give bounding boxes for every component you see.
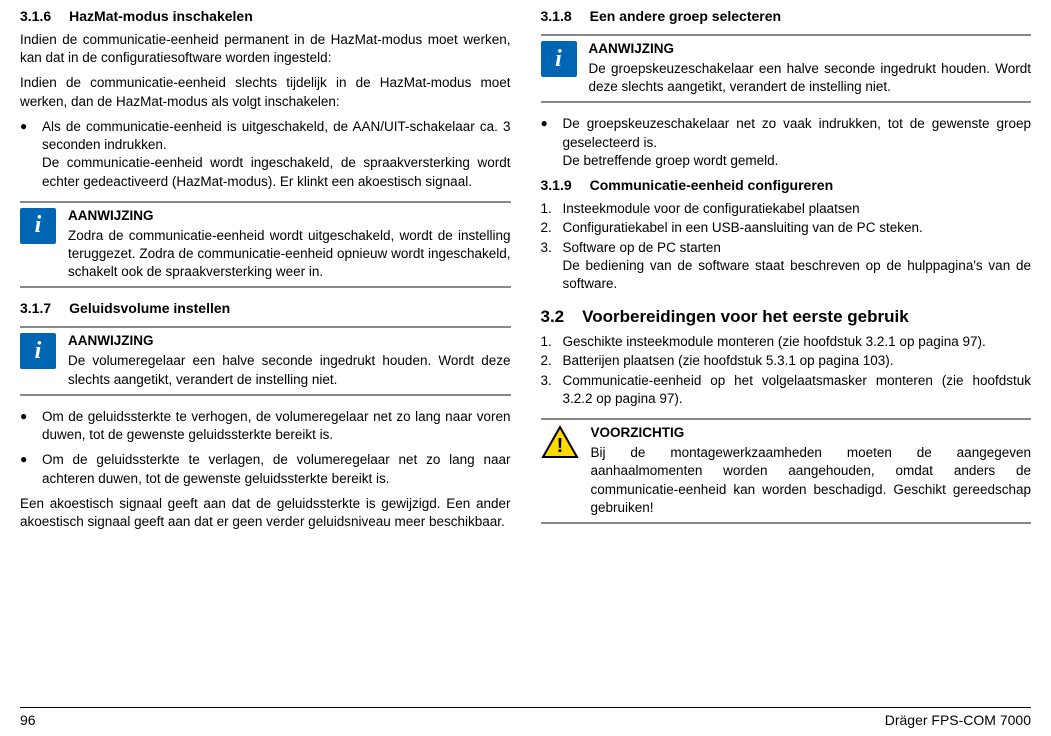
list-item: Communicatie-eenheid op het volgelaatsma… [541, 372, 1032, 408]
heading-319: 3.1.9 Communicatie-eenheid configureren [541, 177, 1032, 193]
caution-text: Bij de montagewerkzaamheden moeten de aa… [591, 444, 1032, 517]
note-text: De groepskeuzeschakelaar een halve secon… [589, 60, 1032, 96]
left-column: 3.1.6 HazMat-modus inschakelen Indien de… [20, 8, 511, 538]
info-icon: i [20, 333, 56, 369]
heading-title: Communicatie-eenheid configureren [590, 177, 833, 193]
heading-316: 3.1.6 HazMat-modus inschakelen [20, 8, 511, 24]
list-item: Batterijen plaatsen (zie hoofdstuk 5.3.1… [541, 352, 1032, 370]
note-text: De volumeregelaar een halve seconde inge… [68, 352, 511, 388]
heading-number: 3.1.7 [20, 300, 51, 316]
paragraph: Indien de communicatie-eenheid permanent… [20, 31, 511, 67]
caution-label: VOORZICHTIG [591, 425, 1032, 440]
heading-title: Voorbereidingen voor het eerste gebruik [582, 307, 909, 327]
bullet-list: Als de communicatie-eenheid is uitgescha… [20, 118, 511, 191]
note-block: i AANWIJZING De groepskeuzeschakelaar ee… [541, 34, 1032, 103]
list-item: Configuratiekabel in een USB-aansluiting… [541, 219, 1032, 237]
heading-number: 3.1.9 [541, 177, 572, 193]
heading-318: 3.1.8 Een andere groep selecteren [541, 8, 1032, 24]
list-item-text: De groepskeuzeschakelaar net zo vaak ind… [563, 116, 1032, 149]
list-item: Als de communicatie-eenheid is uitgescha… [20, 118, 511, 191]
info-icon: i [20, 208, 56, 244]
list-item: Geschikte insteekmodule monteren (zie ho… [541, 333, 1032, 351]
list-item: Om de geluidssterkte te verhogen, de vol… [20, 408, 511, 444]
note-block: i AANWIJZING De volumeregelaar een halve… [20, 326, 511, 395]
heading-title: Een andere groep selecteren [590, 8, 781, 24]
numbered-list: Geschikte insteekmodule monteren (zie ho… [541, 333, 1032, 408]
numbered-list: Insteekmodule voor de configuratiekabel … [541, 200, 1032, 293]
list-item: De groepskeuzeschakelaar net zo vaak ind… [541, 115, 1032, 170]
list-item-text: Software op de PC starten [563, 240, 721, 255]
list-item: Om de geluidssterkte te verlagen, de vol… [20, 451, 511, 487]
bullet-list: De groepskeuzeschakelaar net zo vaak ind… [541, 115, 1032, 170]
page-footer: 96 Dräger FPS-COM 7000 [20, 707, 1031, 728]
list-item: Insteekmodule voor de configuratiekabel … [541, 200, 1032, 218]
info-icon: i [541, 41, 577, 77]
heading-32: 3.2 Voorbereidingen voor het eerste gebr… [541, 307, 1032, 327]
note-label: AANWIJZING [68, 208, 511, 223]
note-content: AANWIJZING Zodra de communicatie-eenheid… [68, 208, 511, 282]
heading-number: 3.1.8 [541, 8, 572, 24]
page-number: 96 [20, 712, 36, 728]
bullet-list: Om de geluidssterkte te verhogen, de vol… [20, 408, 511, 488]
two-column-layout: 3.1.6 HazMat-modus inschakelen Indien de… [20, 8, 1031, 538]
heading-number: 3.2 [541, 307, 565, 327]
warning-icon: ! [541, 425, 579, 459]
list-item: Software op de PC starten De bediening v… [541, 239, 1032, 294]
note-content: AANWIJZING De groepskeuzeschakelaar een … [589, 41, 1032, 96]
heading-title: HazMat-modus inschakelen [69, 8, 253, 24]
heading-317: 3.1.7 Geluidsvolume instellen [20, 300, 511, 316]
svg-text:!: ! [556, 435, 563, 457]
list-item-text: De betreffende groep wordt gemeld. [563, 153, 779, 168]
list-item-text: De bediening van de software staat besch… [563, 258, 1032, 291]
note-block: i AANWIJZING Zodra de communicatie-eenhe… [20, 201, 511, 289]
note-content: VOORZICHTIG Bij de montagewerkzaamheden … [591, 425, 1032, 517]
note-text: Zodra de communicatie-eenheid wordt uitg… [68, 227, 511, 282]
list-item-text: De communicatie-eenheid wordt ingeschake… [42, 155, 511, 188]
list-item-text: Als de communicatie-eenheid is uitgescha… [42, 119, 511, 152]
heading-number: 3.1.6 [20, 8, 51, 24]
heading-title: Geluidsvolume instellen [69, 300, 230, 316]
product-name: Dräger FPS-COM 7000 [885, 712, 1031, 728]
caution-block: ! VOORZICHTIG Bij de montagewerkzaamhede… [541, 418, 1032, 524]
note-label: AANWIJZING [68, 333, 511, 348]
note-label: AANWIJZING [589, 41, 1032, 56]
paragraph: Een akoestisch signaal geeft aan dat de … [20, 495, 511, 531]
note-content: AANWIJZING De volumeregelaar een halve s… [68, 333, 511, 388]
right-column: 3.1.8 Een andere groep selecteren i AANW… [541, 8, 1032, 538]
paragraph: Indien de communicatie-eenheid slechts t… [20, 74, 511, 110]
